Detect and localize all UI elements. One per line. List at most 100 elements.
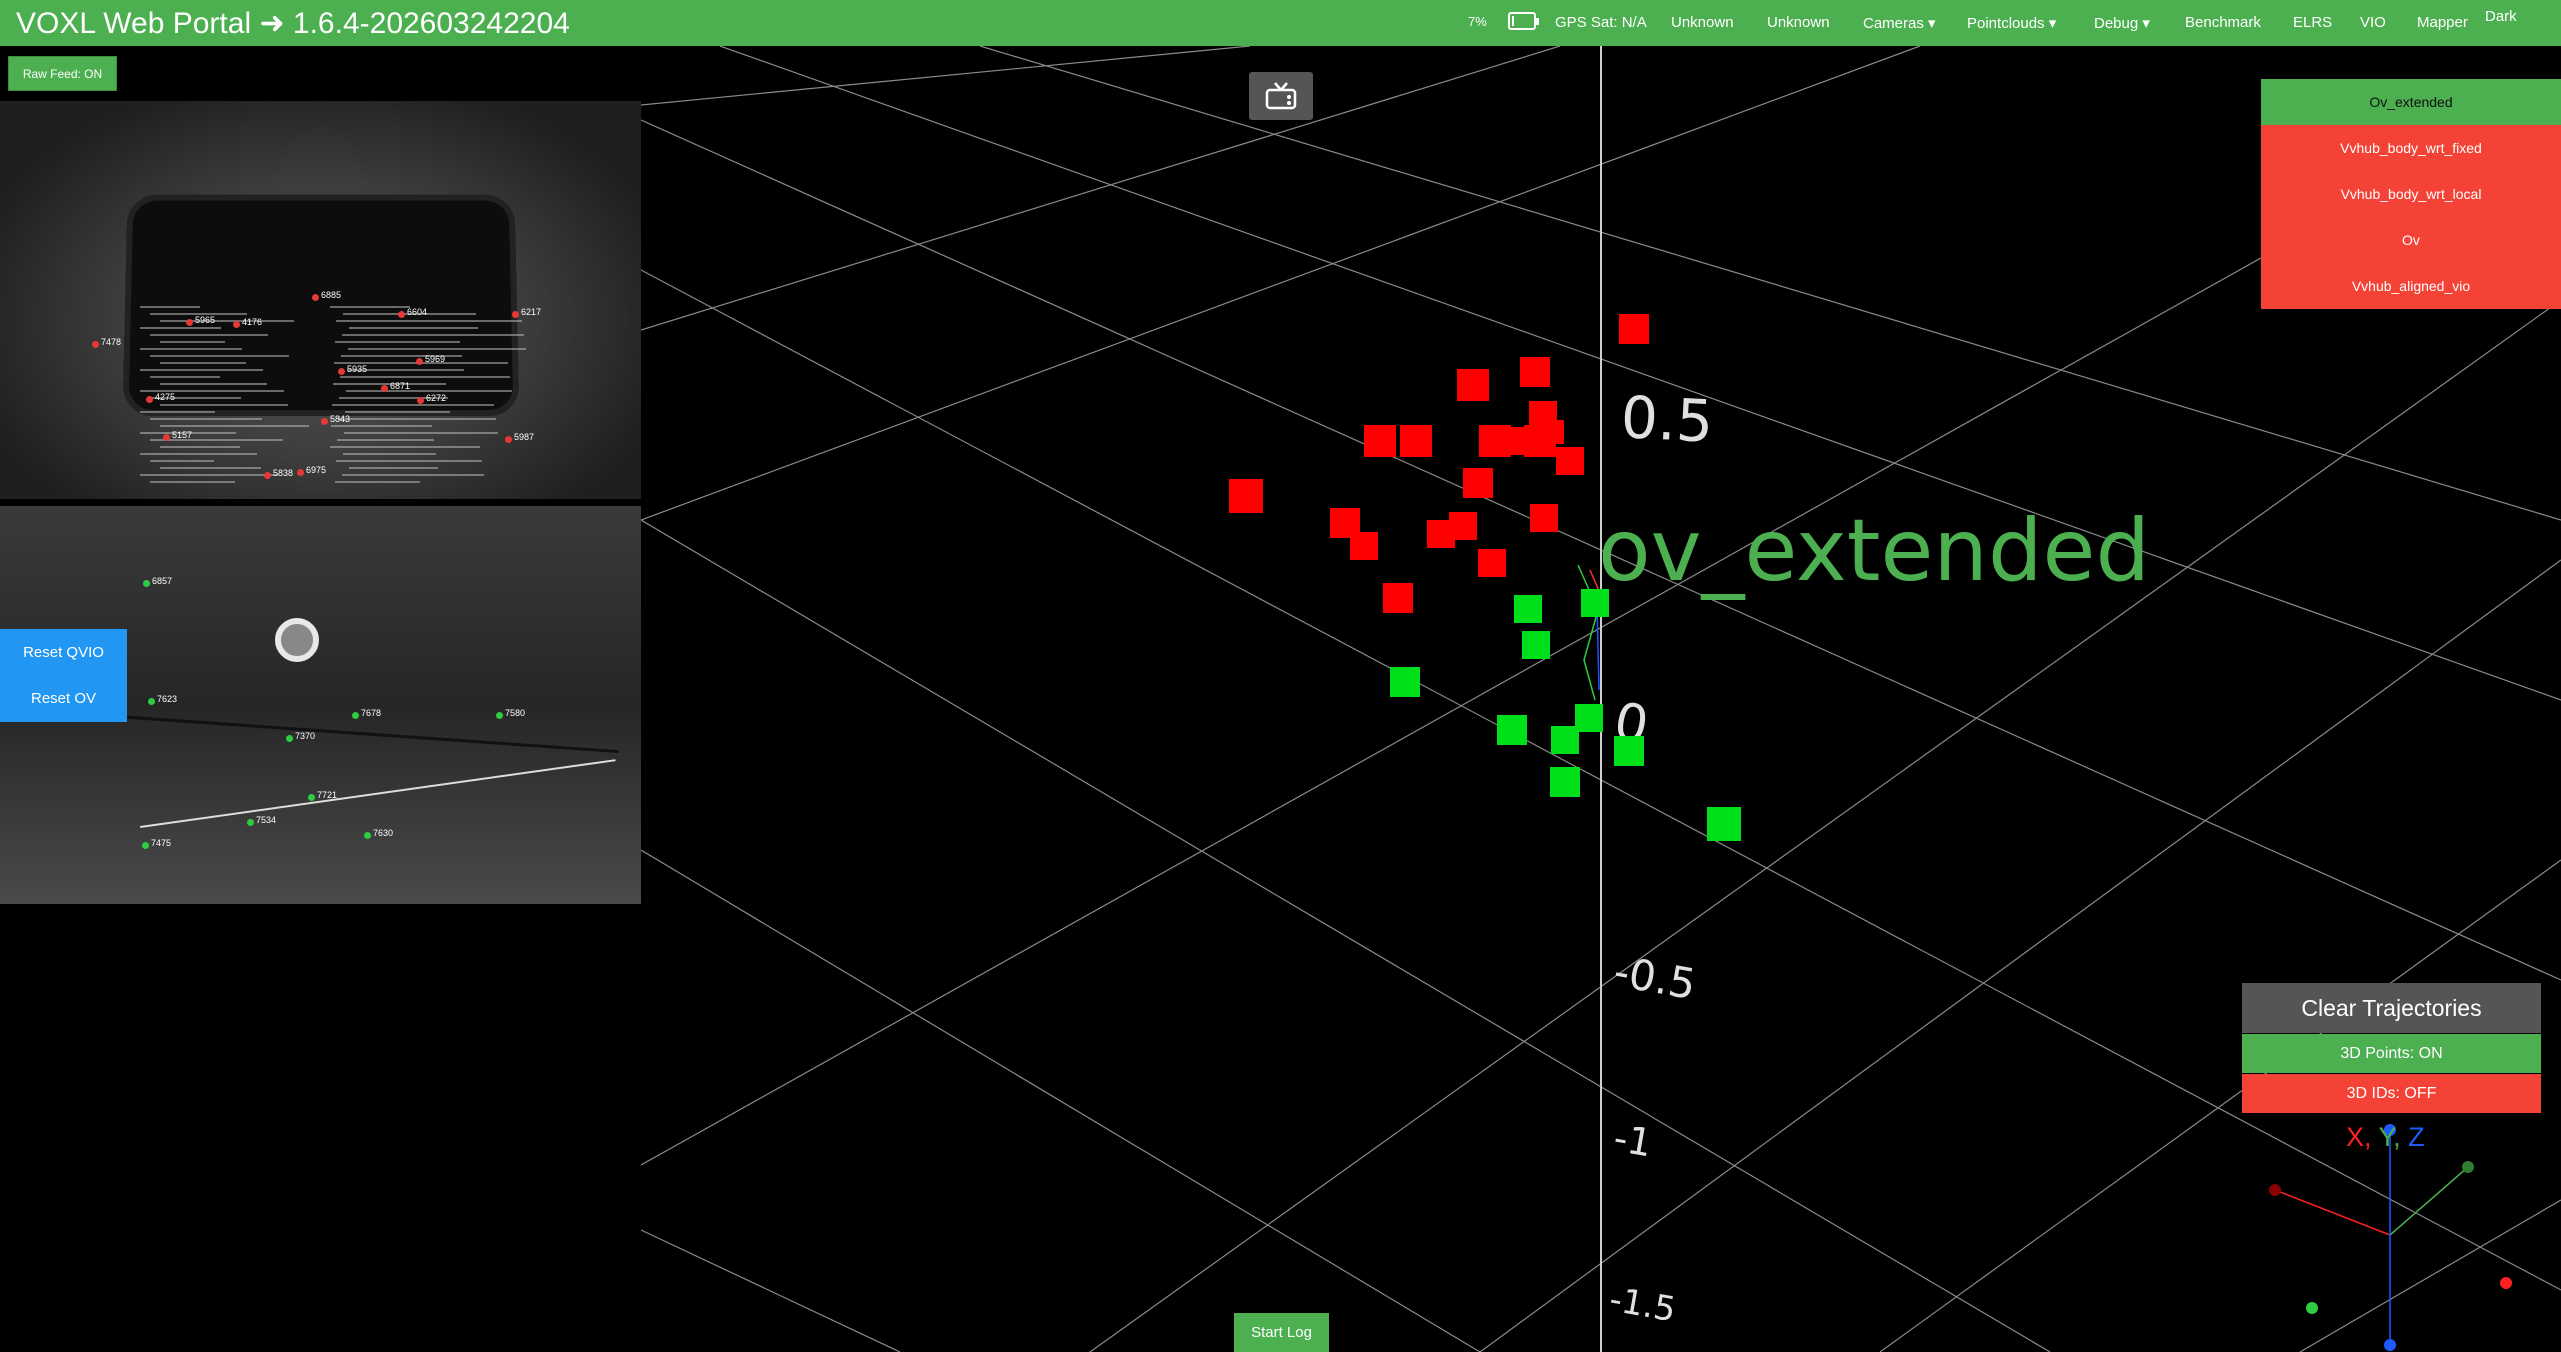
- axis-legend: X, Y, Z: [2346, 1122, 2425, 1152]
- axis-tick-label: -0.5: [1610, 947, 1699, 1009]
- camera-feature-marker: 7478: [92, 337, 121, 348]
- camera-feature-marker: 7678: [352, 708, 381, 719]
- debug-menu[interactable]: Debug ▾: [2094, 14, 2150, 32]
- monitor-text-line: [150, 334, 268, 336]
- cameras-menu[interactable]: Cameras ▾: [1863, 14, 1936, 32]
- monitor-text-line: [331, 425, 432, 427]
- axis-legend-y: Y: [2378, 1122, 2394, 1152]
- theme-toggle[interactable]: Dark: [2485, 8, 2517, 25]
- monitor-text-line: [150, 481, 235, 483]
- monitor-text-line: [140, 327, 221, 329]
- camera-feature-marker: 5987: [505, 432, 534, 443]
- 3d-feature-point: [1497, 715, 1527, 745]
- monitor-text-line: [337, 439, 434, 441]
- status-unknown-2: Unknown: [1767, 14, 1830, 31]
- mapper-link[interactable]: Mapper: [2417, 14, 2468, 31]
- monitor-text-line: [160, 383, 267, 385]
- monitor-text-line: [336, 460, 482, 462]
- 3d-feature-point: [1530, 504, 1558, 532]
- camera-feature-id: 5935: [347, 364, 368, 374]
- grid-line: [641, 1229, 901, 1352]
- frame-option[interactable]: Ov_extended: [2261, 79, 2561, 125]
- 3d-feature-point: [1457, 369, 1489, 401]
- start-log-button[interactable]: Start Log: [1234, 1313, 1329, 1352]
- camera-feature-id: 6871: [390, 381, 411, 391]
- frame-selector: Ov_extended Vvhub_body_wrt_fixed Vvhub_bod…: [2261, 79, 2561, 309]
- 3d-feature-point: [1550, 767, 1580, 797]
- clear-trajectories-button[interactable]: Clear Trajectories: [2242, 983, 2541, 1033]
- frame-option[interactable]: Ov: [2261, 217, 2561, 263]
- benchmark-link[interactable]: Benchmark: [2185, 14, 2261, 31]
- monitor-text-line: [150, 460, 214, 462]
- vio-link[interactable]: VIO: [2360, 14, 2386, 31]
- monitor-text-line: [332, 404, 494, 406]
- camera-feature-marker: 5969: [416, 354, 445, 365]
- monitor-text-line: [330, 446, 480, 448]
- frame-option[interactable]: Vvhub_body_wrt_local: [2261, 171, 2561, 217]
- monitor-text-line: [140, 474, 278, 476]
- 3d-feature-point: [1364, 425, 1396, 457]
- camera-feature-marker: 5843: [321, 414, 350, 425]
- camera-feature-id: 7623: [157, 694, 178, 704]
- monitor-text-line: [160, 341, 225, 343]
- 3d-feature-point: [1619, 314, 1649, 344]
- camera-feature-id: 7678: [361, 708, 382, 718]
- pointclouds-menu[interactable]: Pointclouds ▾: [1967, 14, 2056, 32]
- 3d-feature-point: [1581, 589, 1609, 617]
- tv-icon: [1265, 82, 1297, 110]
- camera-feature-id: 7475: [151, 838, 172, 848]
- frame-label: ov_extended: [1598, 501, 2150, 601]
- monitor-text-line: [335, 481, 420, 483]
- camera-feature-marker: 5157: [163, 430, 192, 441]
- 3d-points-toggle[interactable]: 3D Points: ON: [2242, 1034, 2541, 1073]
- reset-panel: Reset QVIO Reset OV: [0, 629, 127, 722]
- raw-feed-toggle-button[interactable]: Raw Feed: ON: [8, 56, 117, 91]
- frame-option[interactable]: Vvhub_aligned_vio: [2261, 263, 2561, 309]
- camera-feature-marker: 6871: [381, 381, 410, 392]
- camera-feature-id: 7370: [295, 731, 316, 741]
- camera-feature-marker: 4176: [233, 317, 262, 328]
- camera-feature-marker: 6975: [297, 465, 326, 476]
- camera-feature-id: 6857: [152, 576, 173, 586]
- grid-line: [1089, 299, 2561, 1352]
- camera-feature-marker: 7580: [496, 708, 525, 719]
- tv-toggle-button[interactable]: [1249, 72, 1313, 120]
- 3d-ids-toggle[interactable]: 3D IDs: OFF: [2242, 1074, 2541, 1113]
- 3d-feature-point: [1500, 427, 1528, 455]
- camera-feature-marker: 4275: [146, 392, 175, 403]
- monitor-text-line: [338, 418, 496, 420]
- monitor-text-line: [150, 418, 262, 420]
- camera-feature-id: 7721: [317, 790, 338, 800]
- reset-qvio-button[interactable]: Reset QVIO: [0, 629, 127, 675]
- axis-legend-x: X: [2346, 1122, 2365, 1152]
- monitor-text-line: [344, 432, 498, 434]
- camera-feature-marker: 7370: [286, 731, 315, 742]
- camera-feature-marker: 6217: [512, 307, 541, 318]
- 3d-feature-point: [1614, 736, 1644, 766]
- 3d-feature-point: [1556, 447, 1584, 475]
- monitor-text-line: [140, 453, 257, 455]
- grid-line: [2299, 1199, 2561, 1352]
- camera-feature-id: 4275: [155, 392, 176, 402]
- reset-ov-button[interactable]: Reset OV: [0, 675, 127, 721]
- 3d-feature-point: [1478, 549, 1506, 577]
- 3d-feature-point: [1383, 583, 1413, 613]
- camera-feature-marker: 5965: [186, 315, 215, 326]
- frame-option[interactable]: Vvhub_body_wrt_fixed: [2261, 125, 2561, 171]
- 3d-feature-point: [1350, 532, 1378, 560]
- 3d-feature-point: [1575, 704, 1603, 732]
- 3d-feature-point: [1229, 479, 1263, 513]
- 3d-feature-point: [1522, 631, 1550, 659]
- axis-gizmo: [2269, 1124, 2512, 1351]
- camera-feature-id: 5987: [514, 432, 535, 442]
- axis-tick-label: -1: [1610, 1116, 1655, 1166]
- 3d-feature-point: [1463, 468, 1493, 498]
- trajectory-path: [1577, 564, 1599, 701]
- grid-line: [641, 46, 1561, 331]
- grid-line: [641, 46, 1251, 106]
- camera-feature-marker: 7721: [308, 790, 337, 801]
- camera-scene-edge: [59, 711, 619, 754]
- elrs-link[interactable]: ELRS: [2293, 14, 2332, 31]
- axis-tick-label: -1.5: [1606, 1279, 1678, 1330]
- app-title: VOXL Web Portal ➜ 1.6.4-202603242204: [16, 7, 570, 40]
